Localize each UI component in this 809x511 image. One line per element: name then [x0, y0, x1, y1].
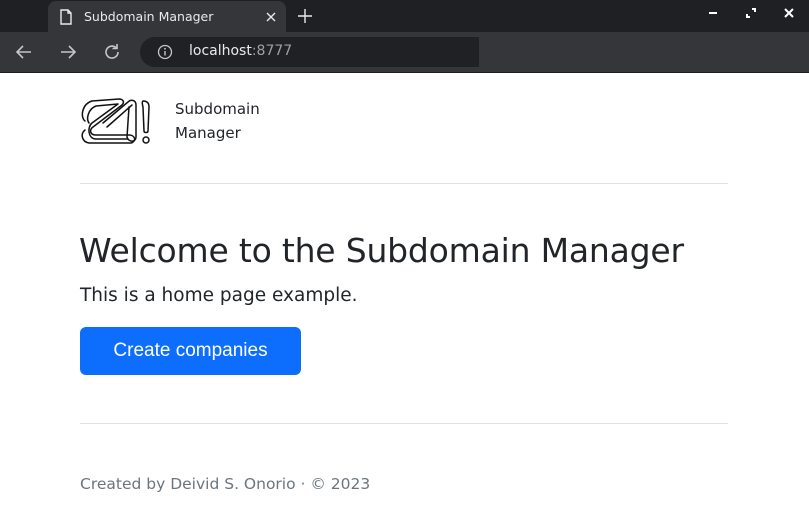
url-text: localhost:8777 — [189, 43, 292, 59]
footer-divider — [80, 423, 728, 424]
browser-tab[interactable]: Subdomain Manager — [48, 1, 286, 32]
close-tab-icon[interactable] — [264, 10, 278, 24]
site-info-icon[interactable] — [157, 44, 173, 60]
browser-toolbar: localhost:8777 — [0, 32, 809, 73]
reload-icon[interactable] — [102, 42, 122, 62]
brand-line-2: Manager — [175, 124, 241, 142]
header-divider — [80, 183, 728, 184]
close-window-icon[interactable] — [781, 5, 797, 21]
url-port: :8777 — [251, 43, 293, 59]
create-companies-button[interactable]: Create companies — [80, 327, 301, 375]
minimize-icon[interactable] — [705, 5, 721, 21]
page-subtitle: This is a home page example. — [80, 285, 358, 306]
browser-tab-bar: Subdomain Manager — [0, 0, 809, 32]
footer-credit: Created by Deivid S. Onorio · © 2023 — [80, 475, 371, 493]
page-content: Subdomain Manager Welcome to the Subdoma… — [0, 73, 809, 511]
maximize-icon[interactable] — [743, 5, 759, 21]
back-arrow-icon[interactable] — [14, 42, 34, 62]
forward-arrow-icon[interactable] — [58, 42, 78, 62]
brand-name[interactable]: Subdomain Manager — [175, 97, 295, 145]
page-icon — [60, 9, 72, 25]
url-host: localhost — [189, 43, 252, 59]
subdomain-manager-logo[interactable] — [79, 97, 153, 145]
new-tab-icon[interactable] — [296, 7, 314, 25]
tab-title: Subdomain Manager — [84, 9, 214, 24]
brand-line-1: Subdomain — [175, 100, 260, 118]
page-title: Welcome to the Subdomain Manager — [79, 231, 684, 270]
address-bar[interactable]: localhost:8777 — [140, 37, 479, 67]
